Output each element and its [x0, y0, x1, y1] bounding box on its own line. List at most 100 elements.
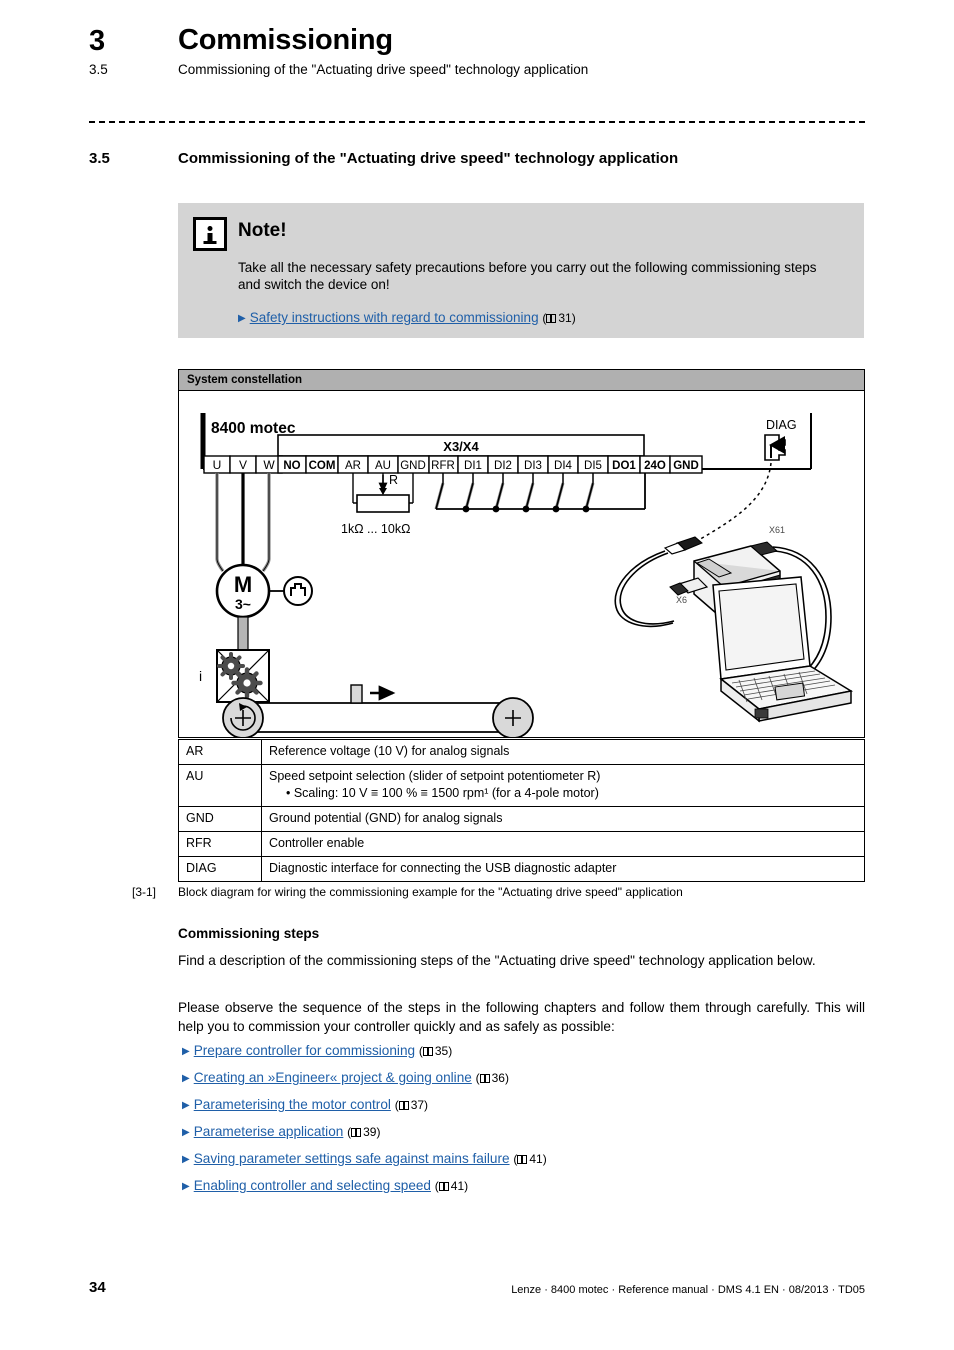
- laptop: [712, 576, 854, 723]
- book-icon: [517, 1155, 528, 1164]
- figure-caption: Block diagram for wiring the commissioni…: [178, 885, 683, 899]
- figure-system-constellation: System constellation 8400 motec DIAG X3/…: [178, 369, 865, 738]
- section-number: 3.5: [89, 150, 110, 167]
- terminal-label-ar: AR: [345, 460, 361, 472]
- encoder-symbol: [269, 576, 313, 606]
- terminal-label-di2: DI2: [494, 460, 512, 472]
- adapter-port-x6-label: X6: [676, 595, 687, 605]
- link-page-ref: (41): [434, 1179, 469, 1193]
- list-item[interactable]: ▶ Creating an »Engineer« project & going …: [182, 1070, 872, 1097]
- header-chapter-title: Commissioning: [178, 24, 393, 56]
- block-diagram: 8400 motec DIAG X3/X4 U V W NO COM AR AU…: [199, 413, 854, 737]
- note-page-ref: (31): [542, 311, 576, 325]
- terminal-label-di1: DI1: [464, 460, 482, 472]
- link-parameterise-application[interactable]: Parameterise application: [194, 1124, 344, 1139]
- legend-desc-au-main: Speed setpoint selection (slider of setp…: [269, 769, 601, 783]
- link-create-engineer-project[interactable]: Creating an »Engineer« project & going o…: [194, 1070, 472, 1085]
- figure-canvas: 8400 motec DIAG X3/X4 U V W NO COM AR AU…: [178, 390, 865, 738]
- link-page-ref: (36): [475, 1071, 509, 1085]
- page-header: 3 Commissioning 3.5 Commissioning of the…: [0, 0, 954, 130]
- terminal-label-do1: DO1: [612, 460, 636, 472]
- link-page-ref: (41): [513, 1152, 547, 1166]
- legend-key-gnd: GND: [178, 806, 262, 832]
- terminal-label-w: W: [263, 458, 275, 472]
- motor-shaft: [237, 616, 249, 654]
- footer-page-number: 34: [89, 1279, 106, 1296]
- pot-value: 1kΩ ... 10kΩ: [341, 522, 410, 536]
- link-page-number: 35: [434, 1044, 449, 1058]
- note-page-number: 31: [558, 311, 572, 325]
- motor-symbol: M 3~: [215, 563, 271, 619]
- legend-table: AR Reference voltage (10 V) for analog s…: [178, 739, 865, 882]
- terminal-label-au: AU: [375, 460, 391, 472]
- safety-instructions-link[interactable]: Safety instructions with regard to commi…: [250, 310, 539, 325]
- connector-group-label: X3/X4: [443, 439, 479, 454]
- diag-plug: [663, 536, 703, 555]
- legend-desc-au-sub: • Scaling: 10 V ≡ 100 % ≡ 1500 rpm¹ (for…: [286, 786, 599, 800]
- link-saving-parameter-settings[interactable]: Saving parameter settings safe against m…: [194, 1151, 510, 1166]
- legend-desc-diag: Diagnostic interface for connecting the …: [261, 856, 865, 882]
- list-item[interactable]: ▶ Parameterising the motor control (37): [182, 1097, 872, 1124]
- link-parameterising-motor-control[interactable]: Parameterising the motor control: [194, 1097, 391, 1112]
- book-icon: [438, 1182, 450, 1191]
- legend-desc-au: Speed setpoint selection (slider of setp…: [261, 764, 865, 807]
- legend-key-au: AU: [178, 764, 262, 807]
- terminal-label-24o: 24O: [644, 460, 666, 472]
- section-title: Commissioning of the "Actuating drive sp…: [178, 150, 679, 167]
- arrow-bullet-icon: ▶: [182, 1046, 190, 1057]
- terminal-label-gnd1: GND: [400, 460, 426, 472]
- list-item[interactable]: ▶ Parameterise application (39): [182, 1124, 872, 1151]
- arrow-bullet-icon: ▶: [182, 1154, 190, 1165]
- terminal-label-di4: DI4: [554, 460, 573, 472]
- link-page-ref: (35): [418, 1044, 453, 1058]
- arrow-bullet-icon: ▶: [238, 313, 246, 324]
- note-link-row[interactable]: ▶ Safety instructions with regard to comm…: [238, 310, 576, 325]
- header-chapter-number: 3: [89, 25, 105, 57]
- link-enabling-controller[interactable]: Enabling controller and selecting speed: [194, 1178, 431, 1193]
- legend-desc-ar: Reference voltage (10 V) for analog sign…: [261, 739, 865, 765]
- legend-key-ar: AR: [178, 739, 262, 765]
- arrow-bullet-icon: ▶: [182, 1073, 190, 1084]
- legend-key-diag: DIAG: [178, 856, 262, 882]
- link-page-ref: (39): [347, 1125, 381, 1139]
- terminal-label-no: NO: [283, 460, 300, 472]
- adapter-cable-left: [614, 550, 674, 627]
- terminal-label-com: COM: [309, 460, 336, 472]
- diag-connector-icon: [764, 434, 786, 461]
- link-page-number: 41: [529, 1152, 543, 1166]
- list-item[interactable]: ▶ Saving parameter settings safe against …: [182, 1151, 872, 1178]
- note-title: Note!: [238, 220, 287, 241]
- io-terminal-row: NO COM AR AU GND RFR DI1 DI2 DI3 DI4 DI5…: [277, 455, 703, 474]
- note-box: Note! Take all the necessary safety prec…: [178, 203, 864, 338]
- list-item[interactable]: ▶ Enabling controller and selecting speed…: [182, 1178, 872, 1205]
- terminal-label-v: V: [239, 458, 247, 472]
- pot-wiper-arrow-icon: [379, 488, 387, 495]
- digital-input-switches: [434, 473, 646, 510]
- book-icon: [479, 1074, 491, 1083]
- adapter-port-x61-label: X61: [769, 525, 785, 535]
- note-body: Take all the necessary safety precaution…: [238, 260, 817, 292]
- motor-terminal-row: U V W: [203, 455, 283, 474]
- legend-key-rfr: RFR: [178, 831, 262, 857]
- terminal-label-di3: DI3: [524, 460, 542, 472]
- terminal-label-di5: DI5: [584, 460, 602, 472]
- commissioning-paragraph-1: Find a description of the commissioning …: [178, 953, 816, 968]
- pot-label: R: [389, 473, 398, 487]
- link-page-number: 39: [363, 1125, 377, 1139]
- commissioning-paragraph-2: Please observe the sequence of the steps…: [178, 1000, 865, 1034]
- conveyor-belt: [222, 697, 534, 737]
- book-icon: [422, 1047, 434, 1056]
- header-section-number: 3.5: [89, 62, 108, 77]
- list-item[interactable]: ▶ Prepare controller for commissioning (3…: [182, 1043, 872, 1070]
- commissioning-step-links: ▶ Prepare controller for commissioning (3…: [182, 1043, 872, 1205]
- commissioning-steps-heading: Commissioning steps: [178, 926, 320, 941]
- header-divider: [89, 121, 865, 123]
- book-icon: [398, 1101, 410, 1110]
- motor-phases: 3~: [235, 596, 251, 612]
- arrow-bullet-icon: ▶: [182, 1181, 190, 1192]
- link-page-ref: (37): [394, 1098, 429, 1112]
- figure-number: [3-1]: [132, 885, 157, 899]
- workpiece: [350, 684, 363, 704]
- arrow-bullet-icon: ▶: [182, 1100, 190, 1111]
- link-prepare-controller[interactable]: Prepare controller for commissioning: [194, 1043, 415, 1058]
